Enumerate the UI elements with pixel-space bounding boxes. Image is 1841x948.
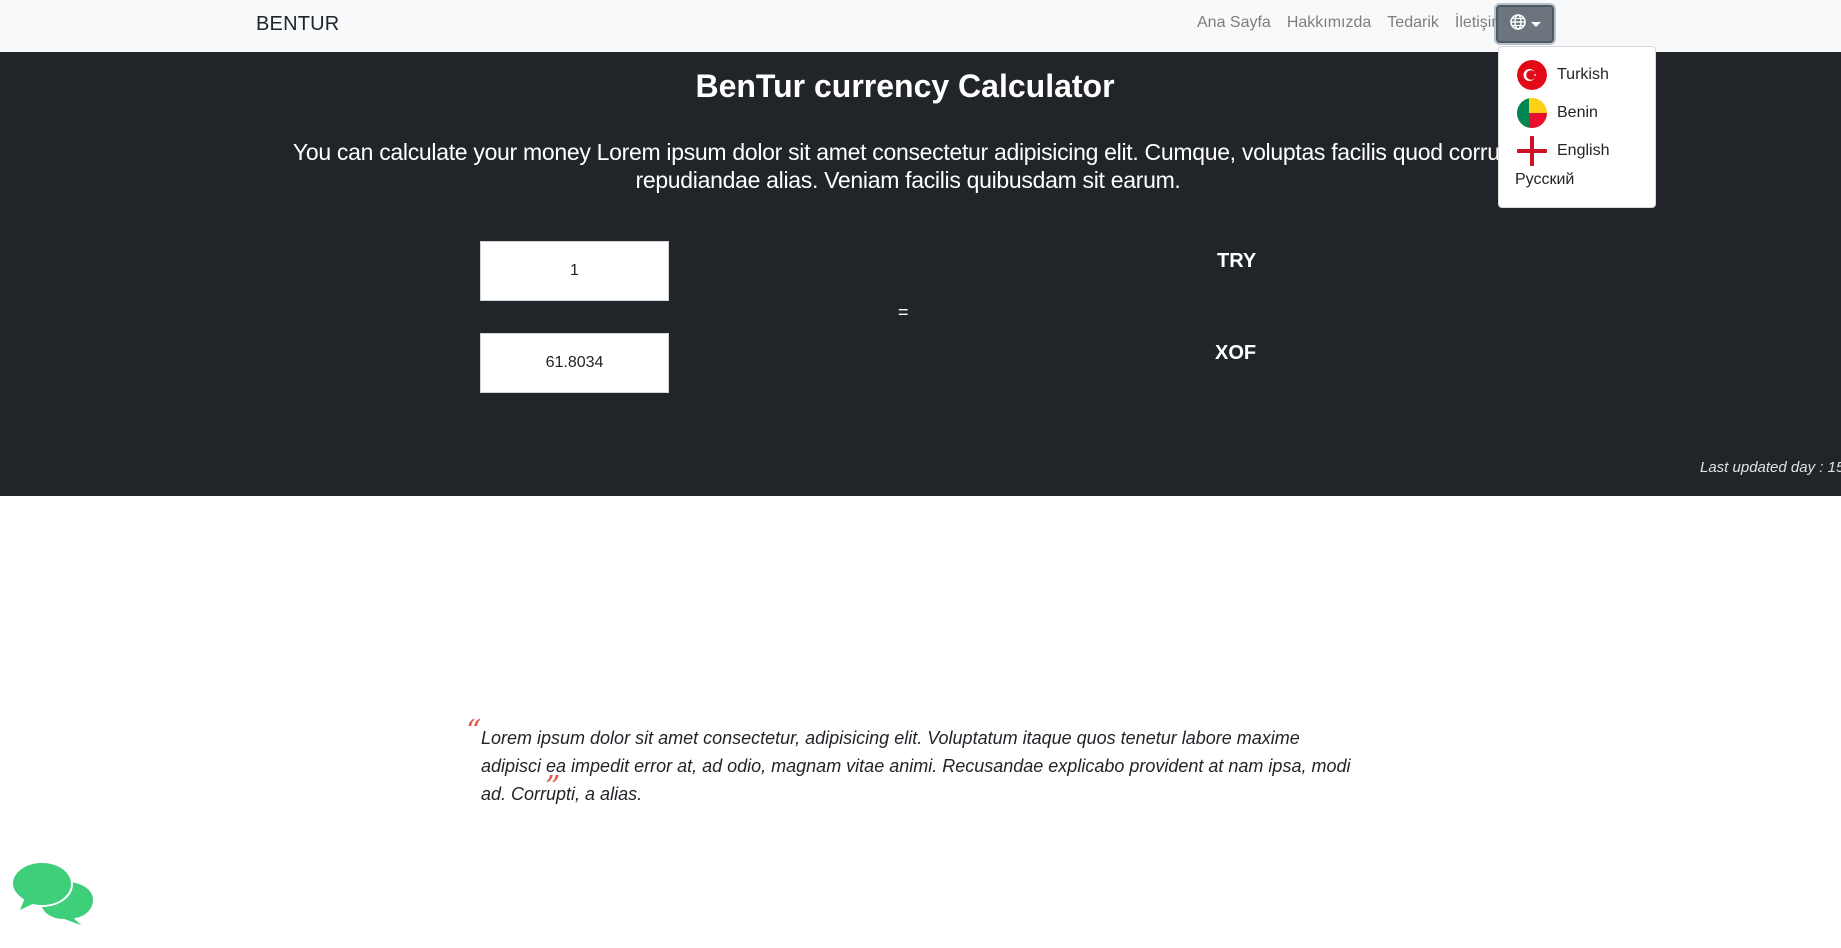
to-currency-label[interactable]: XOF: [1215, 342, 1256, 365]
nav-link-supply[interactable]: Tedarik: [1379, 14, 1447, 32]
testimonial-quote: Lorem ipsum dolor sit amet consectetur, …: [481, 728, 1351, 804]
from-currency-label[interactable]: TRY: [1217, 250, 1256, 273]
language-option-turkish[interactable]: Turkish: [1517, 58, 1609, 92]
last-updated-text: Last updated day : 15: [1700, 459, 1841, 476]
language-label: Turkish: [1557, 66, 1609, 83]
globe-icon: [1509, 13, 1526, 35]
england-flag-icon: [1517, 136, 1547, 166]
language-option-english[interactable]: English: [1517, 134, 1609, 168]
equals-sign: =: [898, 302, 909, 322]
benin-flag-icon: [1517, 98, 1547, 128]
navbar: BENTUR Ana Sayfa Hakkımızda Tedarik İlet…: [0, 0, 1841, 52]
chat-bubbles-icon[interactable]: [10, 860, 96, 929]
language-label: Benin: [1557, 104, 1598, 121]
to-amount-input[interactable]: [480, 333, 669, 393]
caret-down-icon: [1530, 21, 1541, 27]
nav-link-home[interactable]: Ana Sayfa: [1189, 14, 1279, 32]
nav-links: Ana Sayfa Hakkımızda Tedarik İletişim: [1189, 14, 1513, 32]
quote-open-mark: “: [466, 714, 482, 749]
nav-link-about[interactable]: Hakkımızda: [1279, 14, 1379, 32]
turkey-flag-icon: [1517, 60, 1547, 90]
from-amount-input[interactable]: [480, 241, 669, 301]
language-option-russian[interactable]: Русский: [1515, 171, 1574, 189]
language-label: English: [1557, 142, 1610, 159]
quote-close-mark: ”: [545, 770, 561, 805]
language-dropdown-button[interactable]: [1496, 5, 1554, 43]
brand-logo[interactable]: BENTUR: [256, 13, 339, 36]
hero-description: You can calculate your money Lorem ipsum…: [292, 139, 1524, 193]
language-option-benin[interactable]: Benin: [1517, 96, 1598, 130]
language-dropdown-menu: Turkish Benin English Русский: [1498, 46, 1656, 208]
